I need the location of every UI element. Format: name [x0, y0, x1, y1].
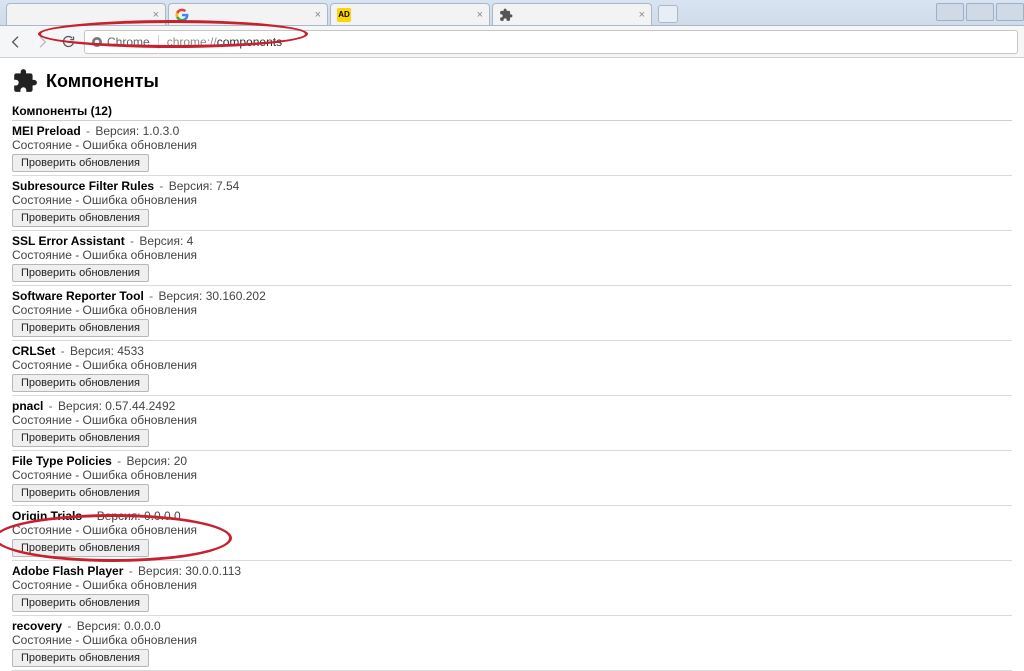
component-name: Adobe Flash Player — [12, 564, 123, 578]
version-value: 4533 — [117, 344, 144, 358]
component-name: SSL Error Assistant — [12, 234, 125, 248]
component-row: recovery - Версия: 0.0.0.0Состояние - Ош… — [12, 616, 1012, 671]
version-label: Версия: — [158, 289, 205, 303]
component-row: File Type Policies - Версия: 20Состояние… — [12, 451, 1012, 506]
component-status: Состояние - Ошибка обновления — [12, 303, 1012, 317]
close-icon[interactable]: × — [315, 9, 321, 21]
version-label: Версия: — [58, 399, 105, 413]
check-updates-button[interactable]: Проверить обновления — [12, 319, 149, 337]
version-label: Версия: — [70, 344, 117, 358]
toolbar: Chrome chrome://components — [0, 26, 1024, 58]
reload-button[interactable] — [58, 32, 78, 52]
component-row: Subresource Filter Rules - Версия: 7.54С… — [12, 176, 1012, 231]
component-status: Состояние - Ошибка обновления — [12, 358, 1012, 372]
browser-tab[interactable]: × — [168, 3, 328, 25]
version-value: 30.160.202 — [206, 289, 266, 303]
section-title: Компоненты (12) — [12, 104, 1012, 121]
version-label: Версия: — [139, 234, 186, 248]
check-updates-button[interactable]: Проверить обновления — [12, 539, 149, 557]
close-icon[interactable]: × — [153, 9, 159, 21]
components-list: MEI Preload - Версия: 1.0.3.0Состояние -… — [12, 121, 1012, 671]
minimize-button[interactable] — [936, 3, 964, 21]
chrome-icon — [91, 36, 103, 48]
component-row: Adobe Flash Player - Версия: 30.0.0.113С… — [12, 561, 1012, 616]
version-label: Версия: — [138, 564, 185, 578]
version-label: Версия: — [97, 509, 144, 523]
component-name: File Type Policies — [12, 454, 112, 468]
version-value: 0.57.44.2492 — [105, 399, 175, 413]
component-row: Software Reporter Tool - Версия: 30.160.… — [12, 286, 1012, 341]
component-name: Origin Trials — [12, 509, 82, 523]
component-name: Subresource Filter Rules — [12, 179, 154, 193]
url-text: chrome://components — [167, 35, 282, 49]
check-updates-button[interactable]: Проверить обновления — [12, 649, 149, 667]
address-bar[interactable]: Chrome chrome://components — [84, 30, 1018, 54]
version-value: 20 — [174, 454, 187, 468]
component-status: Состояние - Ошибка обновления — [12, 193, 1012, 207]
check-updates-button[interactable]: Проверить обновления — [12, 209, 149, 227]
version-value: 0.0.0.0 — [144, 509, 181, 523]
security-chip: Chrome — [91, 35, 159, 49]
close-window-button[interactable] — [996, 3, 1024, 21]
component-row: MEI Preload - Версия: 1.0.3.0Состояние -… — [12, 121, 1012, 176]
check-updates-button[interactable]: Проверить обновления — [12, 484, 149, 502]
favicon-blank — [13, 8, 27, 22]
component-name: recovery — [12, 619, 62, 633]
component-status: Состояние - Ошибка обновления — [12, 523, 1012, 537]
component-name: pnacl — [12, 399, 43, 413]
page-title: Компоненты — [46, 71, 159, 92]
component-name: CRLSet — [12, 344, 55, 358]
page-content: Компоненты Компоненты (12) MEI Preload -… — [0, 58, 1024, 671]
new-tab-button[interactable] — [658, 5, 678, 23]
page-header: Компоненты — [12, 68, 1012, 94]
version-label: Версия: — [169, 179, 216, 193]
component-status: Состояние - Ошибка обновления — [12, 468, 1012, 482]
security-chip-label: Chrome — [107, 35, 150, 49]
version-label: Версия: — [127, 454, 174, 468]
version-value: 0.0.0.0 — [124, 619, 161, 633]
check-updates-button[interactable]: Проверить обновления — [12, 264, 149, 282]
version-value: 7.54 — [216, 179, 239, 193]
component-status: Состояние - Ошибка обновления — [12, 138, 1012, 152]
browser-tab[interactable]: × — [492, 3, 652, 25]
close-icon[interactable]: × — [639, 9, 645, 21]
component-status: Состояние - Ошибка обновления — [12, 413, 1012, 427]
check-updates-button[interactable]: Проверить обновления — [12, 374, 149, 392]
check-updates-button[interactable]: Проверить обновления — [12, 154, 149, 172]
back-button[interactable] — [6, 32, 26, 52]
check-updates-button[interactable]: Проверить обновления — [12, 429, 149, 447]
favicon-ad: AD — [337, 8, 351, 22]
window-caption-buttons — [934, 0, 1024, 25]
browser-tab[interactable]: × — [6, 3, 166, 25]
component-row: CRLSet - Версия: 4533Состояние - Ошибка … — [12, 341, 1012, 396]
version-value: 4 — [187, 234, 194, 248]
version-value: 30.0.0.113 — [185, 564, 241, 578]
browser-tab[interactable]: AD × — [330, 3, 490, 25]
version-label: Версия: — [77, 619, 124, 633]
component-row: pnacl - Версия: 0.57.44.2492Состояние - … — [12, 396, 1012, 451]
component-status: Состояние - Ошибка обновления — [12, 633, 1012, 647]
component-name: MEI Preload — [12, 124, 81, 138]
component-name: Software Reporter Tool — [12, 289, 144, 303]
puzzle-icon — [12, 68, 38, 94]
extension-icon — [499, 8, 513, 22]
tab-strip: × × AD × × — [0, 0, 1024, 26]
close-icon[interactable]: × — [477, 9, 483, 21]
component-row: SSL Error Assistant - Версия: 4Состояние… — [12, 231, 1012, 286]
version-label: Версия: — [95, 124, 142, 138]
check-updates-button[interactable]: Проверить обновления — [12, 594, 149, 612]
forward-button[interactable] — [32, 32, 52, 52]
version-value: 1.0.3.0 — [143, 124, 180, 138]
maximize-button[interactable] — [966, 3, 994, 21]
component-status: Состояние - Ошибка обновления — [12, 248, 1012, 262]
component-row: Origin Trials - Версия: 0.0.0.0Состояние… — [12, 506, 1012, 561]
favicon-google — [175, 8, 189, 22]
component-status: Состояние - Ошибка обновления — [12, 578, 1012, 592]
